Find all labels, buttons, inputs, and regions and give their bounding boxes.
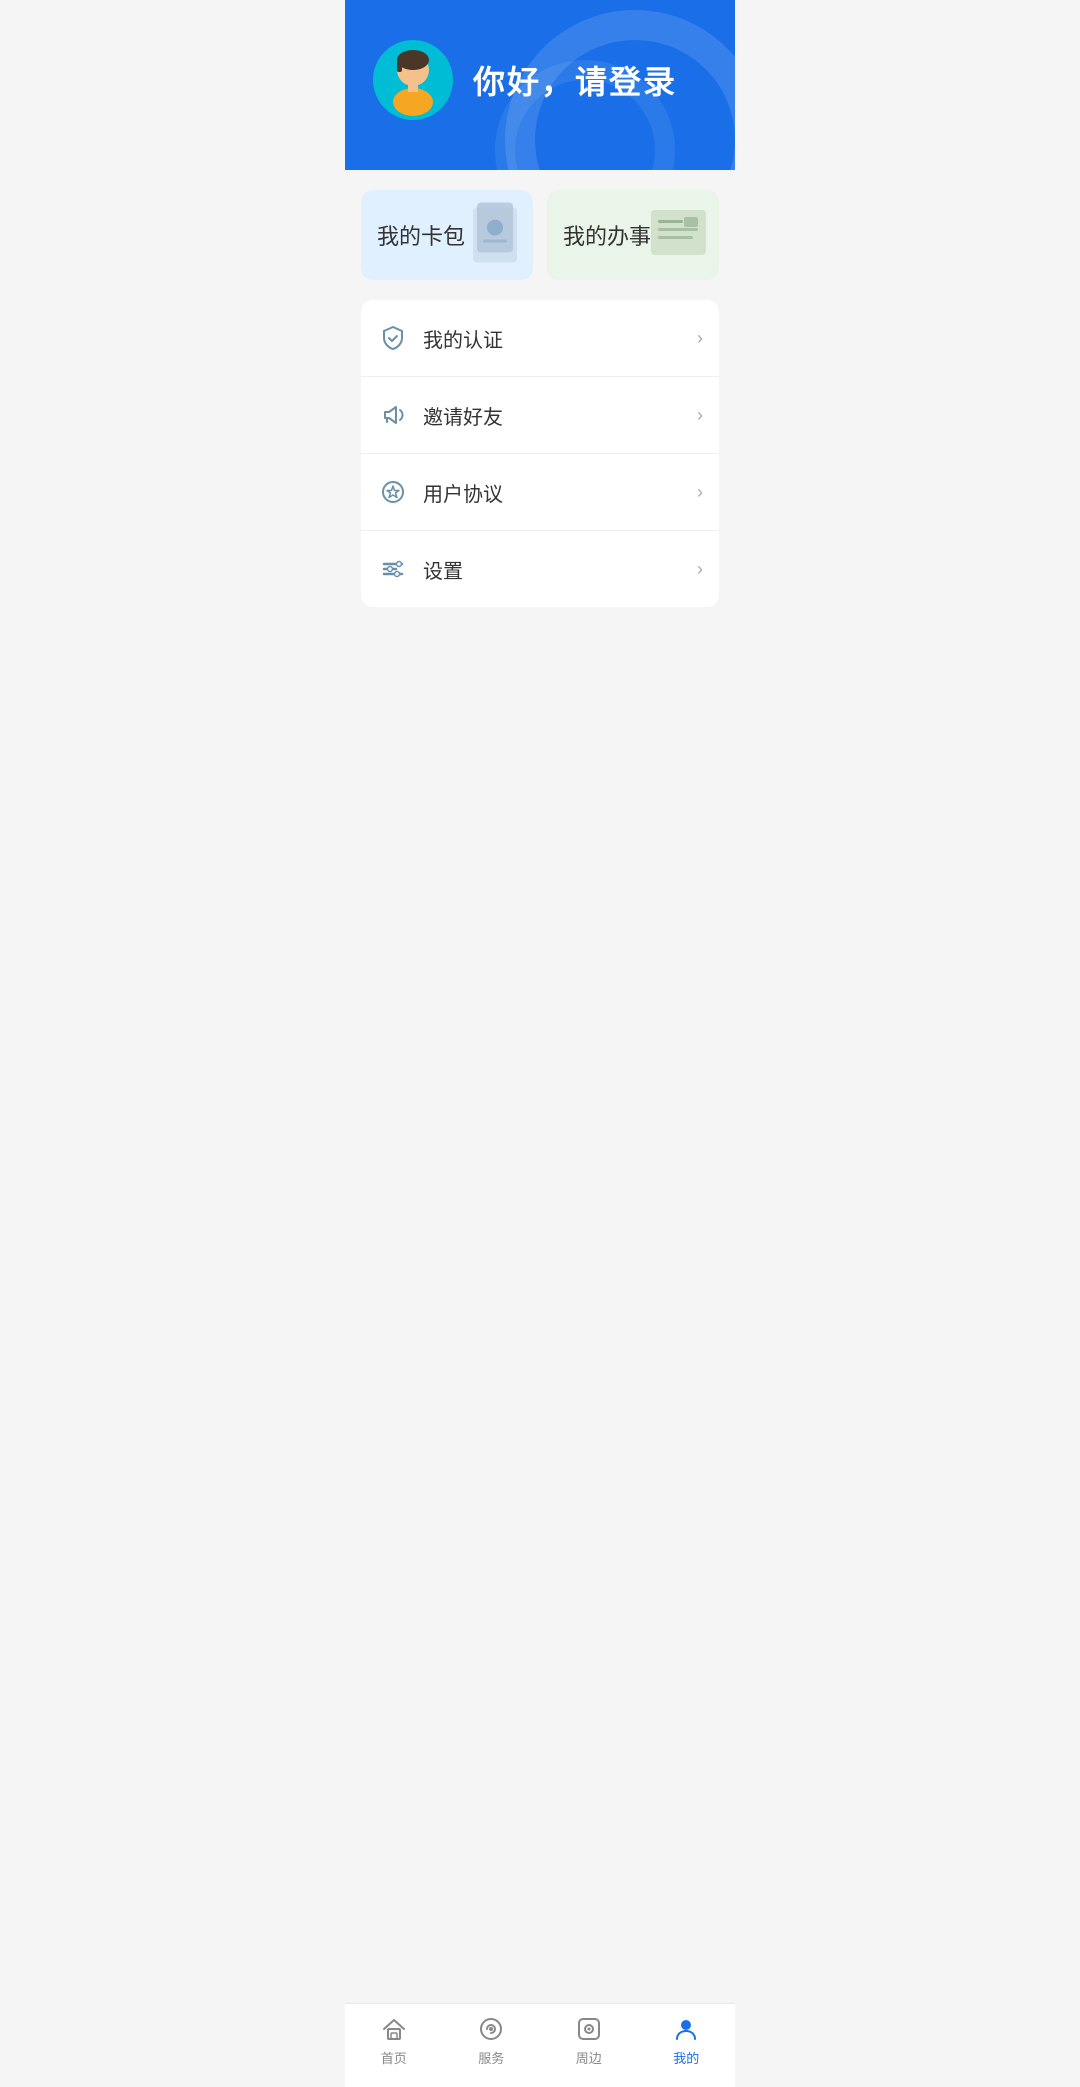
work-card[interactable]: 我的办事 bbox=[547, 190, 719, 280]
megaphone-icon bbox=[377, 399, 409, 431]
shield-icon bbox=[377, 322, 409, 354]
settings-label: 设置 bbox=[423, 555, 697, 584]
wallet-icon bbox=[465, 198, 525, 273]
mine-icon bbox=[671, 2014, 701, 2044]
settings-icon bbox=[377, 553, 409, 585]
doc-icon bbox=[646, 205, 711, 265]
bottom-nav: 首页 服务 周边 我的 bbox=[345, 2003, 735, 2087]
wallet-card-label: 我的卡包 bbox=[377, 219, 465, 251]
avatar-image bbox=[373, 40, 453, 120]
menu-item-certification[interactable]: 我的认证 › bbox=[361, 300, 719, 377]
menu-item-agreement[interactable]: 用户协议 › bbox=[361, 454, 719, 531]
home-icon bbox=[379, 2014, 409, 2044]
header: 你好，请登录 bbox=[345, 0, 735, 170]
nav-item-home[interactable]: 首页 bbox=[359, 2014, 429, 2067]
nav-item-nearby[interactable]: 周边 bbox=[554, 2014, 624, 2067]
mine-nav-label: 我的 bbox=[673, 2048, 699, 2067]
nearby-nav-label: 周边 bbox=[576, 2048, 602, 2067]
nearby-icon bbox=[574, 2014, 604, 2044]
avatar[interactable] bbox=[373, 40, 453, 120]
chevron-icon-invite: › bbox=[697, 405, 703, 426]
agreement-label: 用户协议 bbox=[423, 478, 697, 507]
wallet-card[interactable]: 我的卡包 bbox=[361, 190, 533, 280]
chevron-icon-settings: › bbox=[697, 559, 703, 580]
chevron-icon-certification: › bbox=[697, 328, 703, 349]
service-nav-label: 服务 bbox=[478, 2048, 504, 2067]
menu-item-settings[interactable]: 设置 › bbox=[361, 531, 719, 607]
nav-item-service[interactable]: 服务 bbox=[456, 2014, 526, 2067]
greeting-text[interactable]: 你好，请登录 bbox=[473, 57, 677, 103]
home-nav-label: 首页 bbox=[381, 2048, 407, 2067]
certification-label: 我的认证 bbox=[423, 324, 697, 353]
invite-label: 邀请好友 bbox=[423, 401, 697, 430]
menu-section: 我的认证 › 邀请好友 › 用户协议 bbox=[361, 300, 719, 607]
chevron-icon-agreement: › bbox=[697, 482, 703, 503]
menu-item-invite[interactable]: 邀请好友 › bbox=[361, 377, 719, 454]
service-icon bbox=[476, 2014, 506, 2044]
nav-item-mine[interactable]: 我的 bbox=[651, 2014, 721, 2067]
work-card-label: 我的办事 bbox=[563, 219, 651, 251]
cards-row: 我的卡包 我的办事 bbox=[361, 190, 719, 280]
main-content: 我的卡包 我的办事 bbox=[345, 170, 735, 707]
star-icon bbox=[377, 476, 409, 508]
